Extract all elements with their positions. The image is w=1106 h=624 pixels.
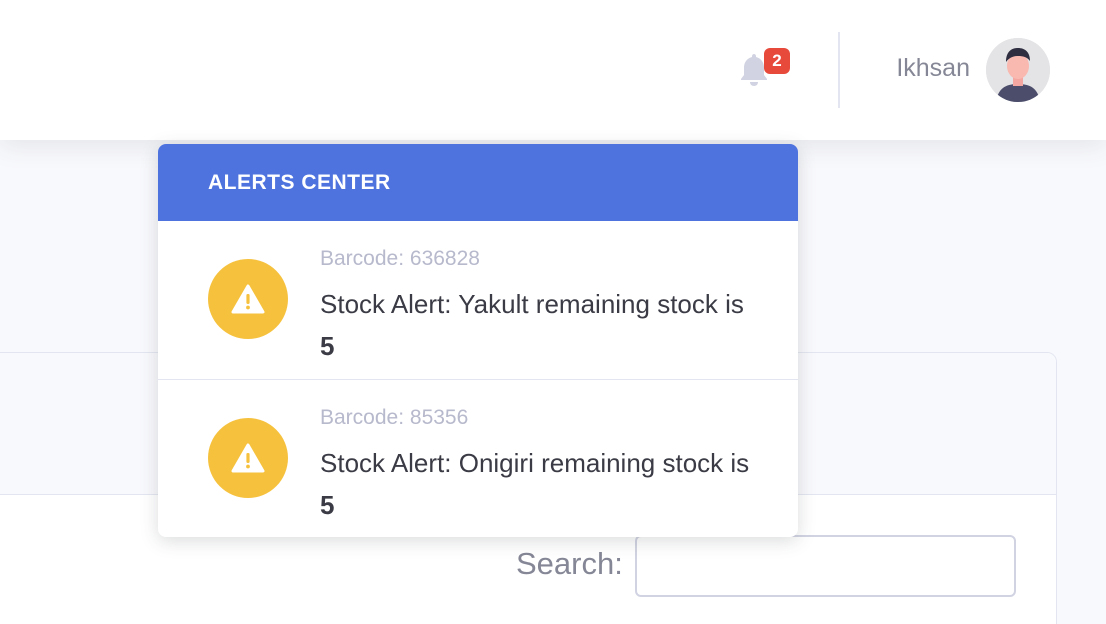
search-label: Search: xyxy=(516,546,623,581)
exclamation-triangle-icon xyxy=(231,284,265,314)
alert-item[interactable]: Barcode: 85356 Stock Alert: Onigiri rema… xyxy=(158,380,798,537)
alerts-center-header: Alerts Center xyxy=(158,144,798,221)
search-input[interactable] xyxy=(635,535,1016,597)
user-name[interactable]: Ikhsan xyxy=(880,54,970,83)
alert-stock-value: 5 xyxy=(320,331,335,361)
alert-icon-circle xyxy=(208,259,288,339)
alert-stock-value: 5 xyxy=(320,490,335,520)
alerts-toggle[interactable]: 2 xyxy=(734,48,790,90)
exclamation-triangle-icon xyxy=(231,443,265,473)
notification-badge: 2 xyxy=(764,48,790,74)
alert-icon-circle xyxy=(208,418,288,498)
alert-message: Stock Alert: Onigiri remaining stock is … xyxy=(320,448,750,520)
top-navbar: 2 Ikhsan xyxy=(0,0,1106,140)
alert-item[interactable]: Barcode: 636828 Stock Alert: Yakult rema… xyxy=(158,221,798,380)
user-avatar[interactable] xyxy=(986,38,1050,102)
alerts-dropdown: Alerts Center Barcode: 636828 Stock Aler… xyxy=(158,144,798,537)
topbar-divider xyxy=(838,32,840,108)
alert-barcode: Barcode: 85356 xyxy=(320,406,469,429)
alert-message: Stock Alert: Yakult remaining stock is 5 xyxy=(320,289,744,361)
avatar-icon xyxy=(986,38,1050,102)
alert-barcode: Barcode: 636828 xyxy=(320,247,480,270)
